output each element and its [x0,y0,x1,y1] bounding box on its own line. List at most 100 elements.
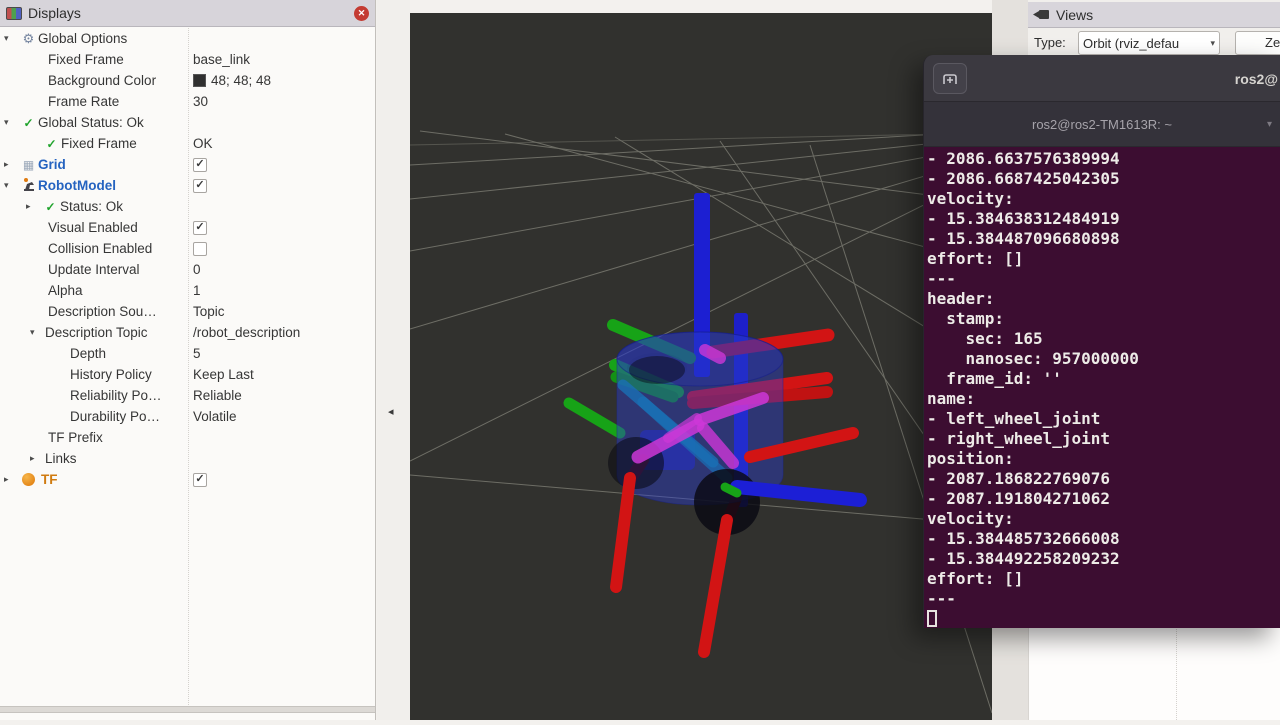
expand-arrow[interactable]: ▾ [4,117,19,128]
new-tab-icon [941,71,959,87]
terminal-line: - 15.384638312484919 [927,209,1280,229]
terminal-line: - right_wheel_joint [927,429,1280,449]
row-label: Global Options [38,31,127,46]
tree-row-tf-prefix[interactable]: TF Prefix [0,427,375,448]
3d-viewport[interactable] [410,13,992,720]
row-value[interactable]: 5 [193,346,201,361]
tree-row-alpha[interactable]: Alpha 1 [0,280,375,301]
terminal-line: - left_wheel_joint [927,409,1280,429]
terminal-line: - 2087.186822769076 [927,469,1280,489]
row-value[interactable]: Topic [193,304,225,319]
close-icon[interactable]: ✕ [354,6,369,21]
row-label: Links [45,451,77,466]
row-value[interactable]: 1 [193,283,201,298]
displays-titlebar[interactable]: Displays ✕ [0,0,375,27]
tree-row-reliability-policy[interactable]: Reliability Po… Reliable [0,385,375,406]
view-type-dropdown[interactable]: Orbit (rviz_defau ▾ [1078,31,1220,55]
expand-arrow[interactable]: ▾ [4,33,19,44]
expand-arrow[interactable]: ▸ [26,201,41,212]
terminal-line: position: [927,449,1280,469]
horizontal-splitter[interactable] [0,706,375,713]
terminal-line: - 15.384492258209232 [927,549,1280,569]
row-value[interactable]: base_link [193,52,250,67]
collapse-arrow-icon[interactable]: ◂ [388,405,394,418]
panel-splitter[interactable]: ◂ [377,0,410,720]
tf-icon [22,473,35,486]
tree-row-durability-policy[interactable]: Durability Po… Volatile [0,406,375,427]
tree-row-robot-status[interactable]: ▸ ✓ Status: Ok [0,196,375,217]
tree-row-links[interactable]: ▸ Links [0,448,375,469]
row-label: Collision Enabled [48,241,152,256]
row-value[interactable]: 48; 48; 48 [211,73,271,88]
tree-row-global-status[interactable]: ▾ ✓ Global Status: Ok [0,112,375,133]
x-axis-rod [616,478,630,587]
tree-row-update-interval[interactable]: Update Interval 0 [0,259,375,280]
checkbox[interactable]: ✓ [193,179,207,193]
row-value: OK [193,136,213,151]
row-label: Global Status: Ok [38,115,144,130]
tree-row-grid[interactable]: ▸ ▦ Grid ✓ [0,154,375,175]
tree-row-global-options[interactable]: ▾ ⚙ Global Options [0,28,375,49]
status-ok-icon: ✓ [42,137,61,151]
tree-row-visual-enabled[interactable]: Visual Enabled ✓ [0,217,375,238]
expand-arrow[interactable]: ▸ [4,159,19,170]
checkbox[interactable]: ✓ [193,158,207,172]
tree-row-tf[interactable]: ▸ TF ✓ [0,469,375,490]
grid-display-icon: ▦ [19,158,38,172]
terminal-line: velocity: [927,509,1280,529]
expand-arrow[interactable]: ▸ [4,474,19,485]
checkbox[interactable]: ✓ [193,473,207,487]
y-axis-stub [725,487,737,493]
tree-row-robotmodel[interactable]: ▾ RobotModel ✓ [0,175,375,196]
checkbox[interactable]: ✓ [193,221,207,235]
row-label: Depth [70,346,106,361]
tree-row-history-policy[interactable]: History Policy Keep Last [0,364,375,385]
displays-panel: Displays ✕ ▾ ⚙ Global Options Fixed Fram… [0,0,376,720]
row-value[interactable]: 30 [193,94,208,109]
row-value[interactable]: 0 [193,262,201,277]
y-axis-rod [569,403,620,433]
views-titlebar[interactable]: Views [1028,2,1280,28]
expand-arrow[interactable]: ▾ [30,327,45,338]
tree-row-fixed-frame-status[interactable]: ✓ Fixed Frame OK [0,133,375,154]
terminal-tabbar[interactable]: ros2@ros2-TM1613R: ~ ▾ [924,102,1280,147]
terminal-window[interactable]: ros2@ ros2@ros2-TM1613R: ~ ▾ - 2086.6637… [923,55,1280,628]
tree-row-depth[interactable]: Depth 5 [0,343,375,364]
terminal-output[interactable]: - 2086.6637576389994 - 2086.668742504230… [924,147,1280,628]
tree-row-frame-rate[interactable]: Frame Rate 30 [0,91,375,112]
row-label: Update Interval [48,262,140,277]
expand-arrow[interactable]: ▾ [4,180,19,191]
row-value[interactable]: Volatile [193,409,237,424]
row-label: Grid [38,157,66,172]
expand-arrow[interactable]: ▸ [30,453,45,464]
terminal-line: - 2086.6687425042305 [927,169,1280,189]
terminal-line: - 2086.6637576389994 [927,149,1280,169]
terminal-line: - 15.384487096680898 [927,229,1280,249]
row-label: Frame Rate [48,94,119,109]
row-label: History Policy [70,367,152,382]
checkbox[interactable] [193,242,207,256]
displays-tree: ▾ ⚙ Global Options Fixed Frame base_link… [0,28,375,490]
tree-row-collision-enabled[interactable]: Collision Enabled [0,238,375,259]
terminal-line: - 15.384485732666008 [927,529,1280,549]
row-value[interactable]: /robot_description [193,325,300,340]
row-label: Visual Enabled [48,220,138,235]
zero-button[interactable]: Ze [1235,31,1280,55]
terminal-line: - 2087.191804271062 [927,489,1280,509]
row-label: TF [41,472,58,487]
terminal-titlebar[interactable]: ros2@ [924,55,1280,102]
row-label: RobotModel [38,178,116,193]
new-tab-button[interactable] [933,63,967,94]
tree-row-description-source[interactable]: Description Sou… Topic [0,301,375,322]
terminal-line: nanosec: 957000000 [927,349,1280,369]
row-value[interactable]: Reliable [193,388,242,403]
row-label: Background Color [48,73,156,88]
tree-row-background-color[interactable]: Background Color 48; 48; 48 [0,70,375,91]
row-value[interactable]: Keep Last [193,367,254,382]
terminal-tab[interactable]: ros2@ros2-TM1613R: ~ [1032,117,1172,132]
terminal-line: velocity: [927,189,1280,209]
tree-row-fixed-frame[interactable]: Fixed Frame base_link [0,49,375,70]
tree-row-description-topic[interactable]: ▾ Description Topic /robot_description [0,322,375,343]
views-title: Views [1056,7,1093,23]
chevron-down-icon[interactable]: ▾ [1267,119,1272,130]
